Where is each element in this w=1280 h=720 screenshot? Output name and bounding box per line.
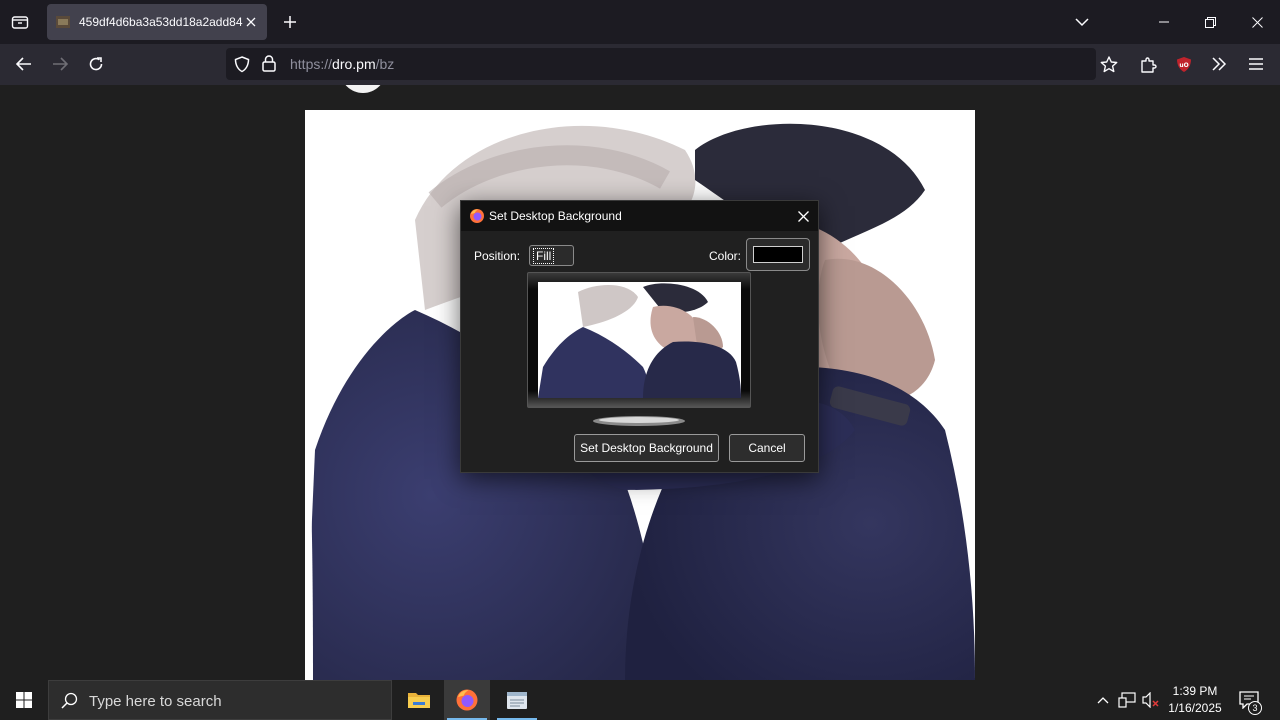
shield-icon[interactable] xyxy=(234,56,250,73)
menu-icon xyxy=(1249,58,1263,70)
position-value: Fill xyxy=(533,248,555,264)
dialog-close-button[interactable] xyxy=(794,207,812,225)
volume-muted-icon xyxy=(1142,692,1159,708)
dialog-titlebar: Set Desktop Background xyxy=(461,201,818,231)
close-icon xyxy=(246,17,256,27)
reload-icon xyxy=(89,57,103,71)
navigation-toolbar: https://dro.pm/bz uO xyxy=(0,44,1280,85)
notepad-icon xyxy=(507,692,527,709)
search-placeholder: Type here to search xyxy=(89,693,222,710)
search-icon xyxy=(61,692,78,709)
new-tab-button[interactable] xyxy=(278,10,302,34)
back-icon xyxy=(16,57,31,71)
minimize-button[interactable] xyxy=(1141,0,1187,44)
dialog-title: Set Desktop Background xyxy=(489,209,622,223)
overflow-icon xyxy=(1212,57,1227,71)
image-favicon-icon xyxy=(56,16,70,28)
ublock-button[interactable]: uO xyxy=(1169,49,1199,79)
ublock-icon: uO xyxy=(1177,56,1191,72)
url-path: /bz xyxy=(375,56,395,72)
bookmark-star-button[interactable] xyxy=(1094,49,1124,79)
extensions-button[interactable] xyxy=(1133,49,1163,79)
color-swatch xyxy=(753,246,803,263)
avatar[interactable] xyxy=(340,85,386,93)
set-desktop-background-dialog: Set Desktop Background Position: Fill Co… xyxy=(460,200,819,473)
color-label: Color: xyxy=(709,249,742,263)
star-icon xyxy=(1100,55,1118,72)
taskbar-notepad-app[interactable] xyxy=(494,680,540,720)
app-menu-button[interactable] xyxy=(1241,49,1271,79)
list-all-tabs-button[interactable] xyxy=(1070,10,1094,34)
taskbar-search[interactable]: Type here to search xyxy=(48,680,392,720)
notification-count-badge: 3 xyxy=(1248,701,1262,715)
show-hidden-icons-button[interactable] xyxy=(1092,680,1114,720)
taskbar-clock[interactable]: 1:39 PM 1/16/2025 xyxy=(1162,683,1228,717)
start-button[interactable] xyxy=(0,680,48,720)
tab-list-icon xyxy=(11,16,29,29)
close-icon xyxy=(1251,16,1263,28)
folder-icon xyxy=(408,693,430,708)
preview-monitor xyxy=(527,272,751,408)
firefox-icon xyxy=(470,209,484,223)
lock-icon[interactable] xyxy=(262,55,276,72)
restore-icon xyxy=(1204,16,1216,28)
forward-button[interactable] xyxy=(45,49,75,79)
window-close-button[interactable] xyxy=(1234,0,1280,44)
position-label: Position: xyxy=(474,249,521,263)
active-tab[interactable]: 459df4d6ba3a53dd18a2add84c0 xyxy=(47,4,267,40)
windows-icon xyxy=(16,692,32,708)
taskbar-firefox[interactable] xyxy=(444,680,490,720)
tab-title: 459df4d6ba3a53dd18a2add84c0 xyxy=(79,15,243,29)
tab-strip: 459df4d6ba3a53dd18a2add84c0 xyxy=(0,0,1280,44)
action-center-button[interactable] xyxy=(1234,680,1264,720)
cancel-button[interactable]: Cancel xyxy=(729,434,805,462)
overflow-button[interactable] xyxy=(1204,49,1234,79)
volume-tray-button[interactable] xyxy=(1140,680,1162,720)
tab-close-button[interactable] xyxy=(243,14,259,30)
windows-taskbar: Type here to search 1:39 PM 1/16/2025 3 xyxy=(0,680,1280,720)
extensions-icon xyxy=(1140,56,1157,73)
position-select[interactable]: Fill xyxy=(529,245,574,266)
plus-icon xyxy=(284,16,296,28)
forward-icon xyxy=(53,57,68,71)
color-picker-button[interactable] xyxy=(746,238,810,271)
url-host: dro.pm xyxy=(332,56,376,72)
reload-button[interactable] xyxy=(81,49,111,79)
tab-list-button[interactable] xyxy=(6,8,34,36)
network-tray-button[interactable] xyxy=(1116,680,1138,720)
svg-text:uO: uO xyxy=(1179,62,1188,69)
firefox-icon xyxy=(456,689,478,711)
chevron-up-icon xyxy=(1097,697,1109,704)
clock-time: 1:39 PM xyxy=(1172,684,1218,698)
monitor-stand xyxy=(593,413,685,426)
close-icon xyxy=(797,210,809,222)
url-scheme: https:// xyxy=(290,56,333,72)
network-icon xyxy=(1118,692,1136,708)
preview-image xyxy=(538,282,741,398)
page-content: Set Desktop Background Position: Fill Co… xyxy=(0,85,1280,680)
chevron-down-icon xyxy=(1075,18,1089,27)
clock-date: 1/16/2025 xyxy=(1168,701,1222,715)
set-desktop-background-button[interactable]: Set Desktop Background xyxy=(574,434,719,462)
back-button[interactable] xyxy=(9,49,39,79)
taskbar-file-explorer[interactable] xyxy=(396,680,442,720)
minimize-icon xyxy=(1159,21,1169,23)
address-bar[interactable]: https://dro.pm/bz xyxy=(226,48,1096,80)
preview-illustration xyxy=(538,282,741,398)
url-text[interactable]: https://dro.pm/bz xyxy=(290,56,394,72)
restore-button[interactable] xyxy=(1187,0,1233,44)
